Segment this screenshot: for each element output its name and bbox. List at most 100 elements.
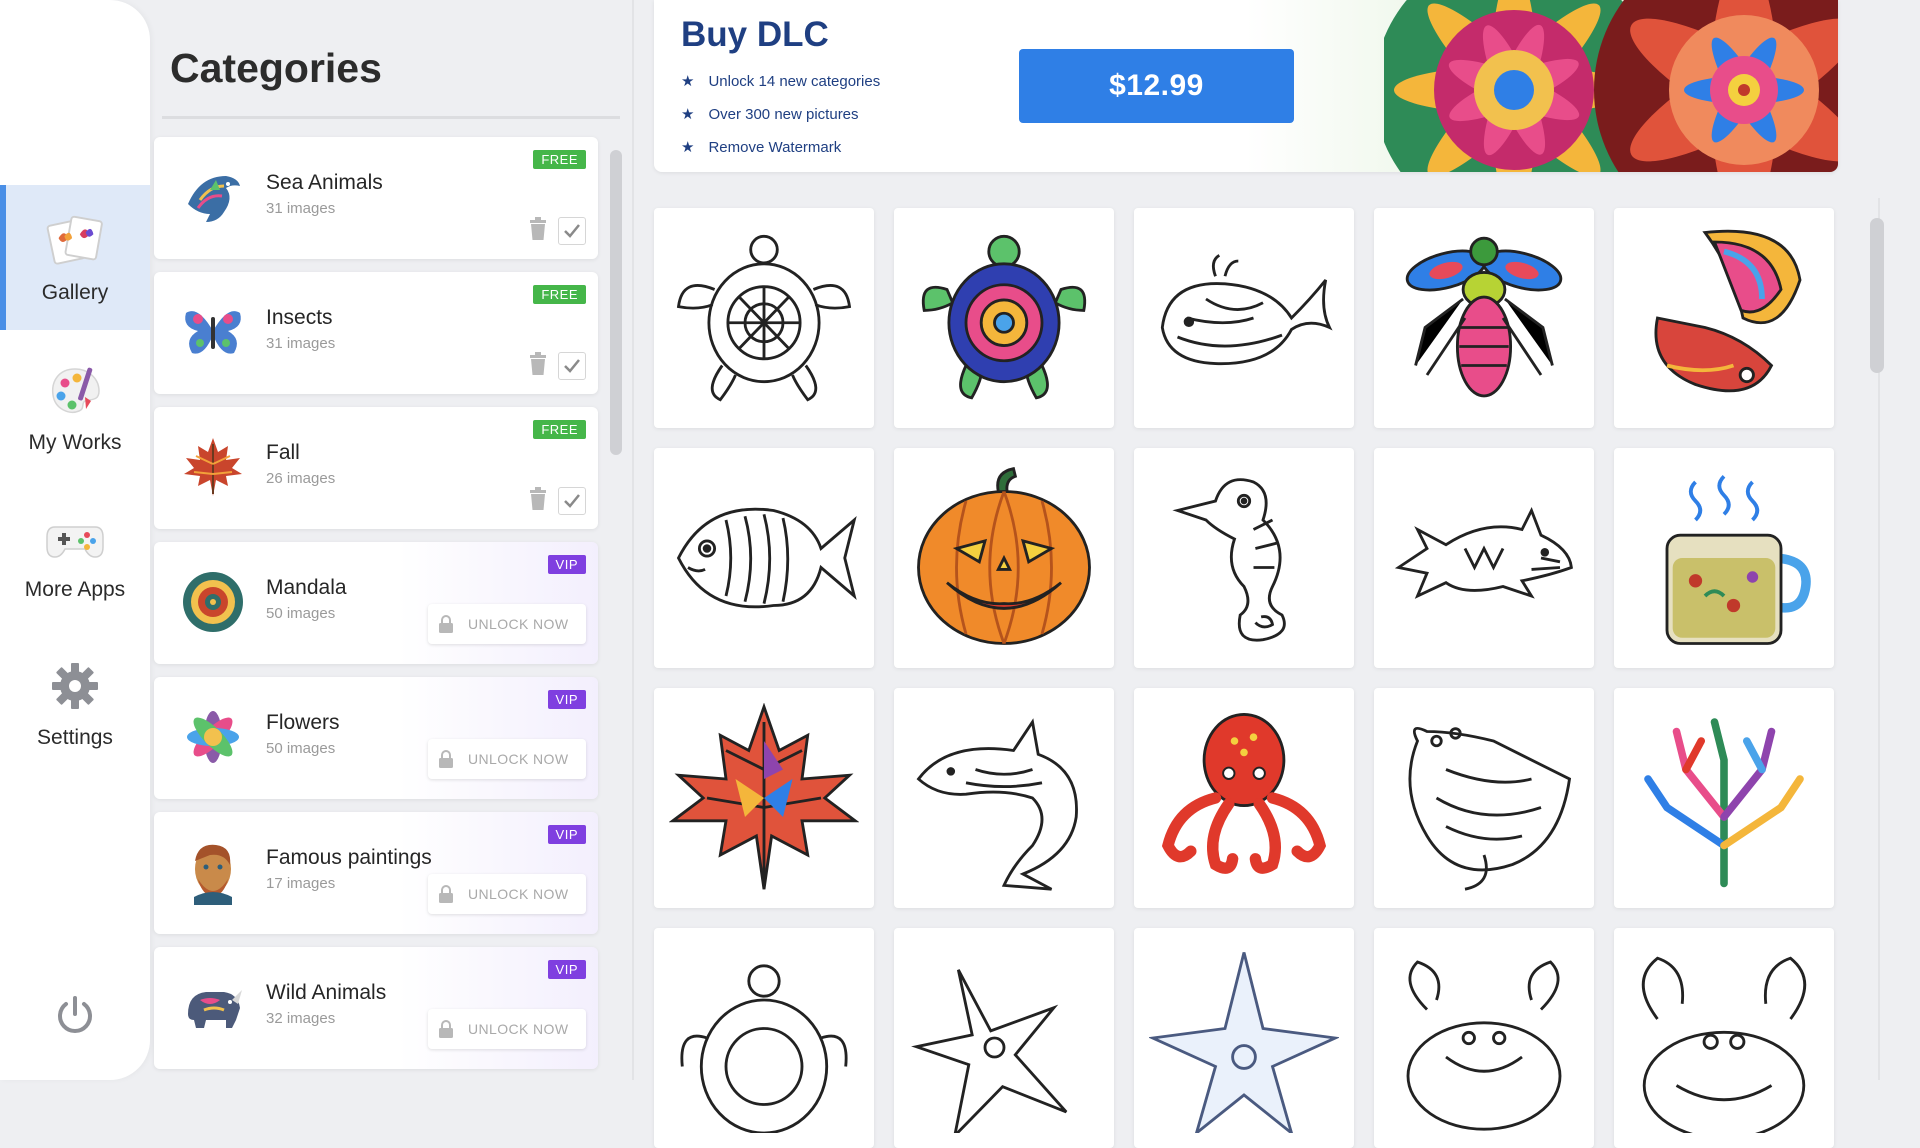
picture-tile[interactable] — [654, 208, 874, 428]
picture-tile[interactable] — [1614, 688, 1834, 908]
picture-tile[interactable] — [1134, 928, 1354, 1148]
buy-dlc-button[interactable]: $12.99 — [1019, 49, 1294, 123]
unlock-now-button[interactable]: UNLOCK NOW — [428, 1009, 586, 1049]
picture-tile[interactable] — [1374, 688, 1594, 908]
gear-icon — [45, 656, 105, 716]
nav-item-gallery[interactable]: Gallery — [0, 185, 150, 330]
picture-tile[interactable] — [894, 688, 1114, 908]
category-card-flowers[interactable]: Flowers 50 images VIP UNLOCK NOW — [154, 677, 598, 799]
unlock-now-label: UNLOCK NOW — [468, 751, 569, 767]
gallery-scrollbar[interactable] — [1870, 218, 1884, 373]
dlc-title: Buy DLC — [681, 15, 829, 54]
lock-icon — [439, 885, 453, 903]
picture-tile[interactable] — [1374, 928, 1594, 1148]
checkbox[interactable] — [558, 487, 586, 515]
octopus-colored-image — [1161, 712, 1327, 874]
crab-outline-image-2 — [1642, 956, 1806, 1133]
palette-icon — [45, 361, 105, 421]
unlock-now-button[interactable]: UNLOCK NOW — [428, 874, 586, 914]
category-card-wild-animals[interactable]: Wild Animals 32 images VIP UNLOCK NOW — [154, 947, 598, 1069]
checkbox[interactable] — [558, 217, 586, 245]
dlc-feature-text: Unlock 14 new categories — [708, 72, 881, 90]
star-icon: ★ — [681, 73, 695, 90]
picture-tile[interactable] — [654, 928, 874, 1148]
unlock-now-button[interactable]: UNLOCK NOW — [428, 739, 586, 779]
power-button[interactable] — [45, 985, 105, 1045]
unlock-now-label: UNLOCK NOW — [468, 616, 569, 632]
picture-tile[interactable] — [654, 688, 874, 908]
category-count: 17 images — [266, 875, 336, 892]
trash-icon[interactable] — [528, 217, 548, 241]
mandala-artwork — [1374, 0, 1838, 172]
check-icon — [564, 494, 580, 508]
category-card-sea-animals[interactable]: Sea Animals 31 images FREE — [154, 137, 598, 259]
star-icon: ★ — [681, 139, 695, 156]
categories-scrollbar[interactable] — [610, 150, 622, 455]
picture-tile[interactable] — [654, 448, 874, 668]
picture-tile[interactable] — [1614, 448, 1834, 668]
fish-outline-image — [676, 507, 857, 609]
maple-leaf-colored-image — [669, 703, 859, 890]
unlock-now-button[interactable]: UNLOCK NOW — [428, 604, 586, 644]
unlock-now-label: UNLOCK NOW — [468, 1021, 569, 1037]
dlc-feature-text: Over 300 new pictures — [708, 105, 859, 123]
dolphin-thumb — [180, 164, 246, 230]
lock-icon — [439, 1020, 453, 1038]
picture-tile[interactable] — [1134, 208, 1354, 428]
picture-tile[interactable] — [1134, 448, 1354, 668]
checkbox[interactable] — [558, 352, 586, 380]
nav-rail: Gallery My Works More Apps Settings — [0, 0, 150, 1080]
free-badge: FREE — [533, 150, 586, 169]
starfish-blue-outline-image — [1149, 952, 1339, 1133]
categories-panel: Categories Sea Animals 31 images FREE In… — [150, 0, 630, 1080]
picture-tile[interactable] — [1374, 448, 1594, 668]
turtle-outline-image — [676, 234, 852, 402]
vip-badge: VIP — [547, 555, 586, 574]
dlc-feature: ★ Remove Watermark — [681, 138, 842, 157]
category-name: Flowers — [266, 711, 340, 734]
categories-divider — [162, 116, 620, 119]
category-name: Mandala — [266, 576, 347, 599]
pumpkin-colored-image — [917, 467, 1091, 645]
category-card-famous-paintings[interactable]: Famous paintings 17 images VIP UNLOCK NO… — [154, 812, 598, 934]
category-card-insects[interactable]: Insects 31 images FREE — [154, 272, 598, 394]
butterfly-thumb — [180, 299, 246, 365]
category-count: 26 images — [266, 470, 336, 487]
picture-tile[interactable] — [1614, 208, 1834, 428]
tea-cup-colored-image — [1665, 474, 1811, 645]
category-name: Insects — [266, 306, 333, 329]
flower-thumb — [180, 704, 246, 770]
picture-tile[interactable] — [1134, 688, 1354, 908]
portrait-thumb — [180, 839, 246, 905]
gamepad-icon — [45, 508, 105, 568]
turtle-outline-image-2 — [680, 964, 848, 1133]
trash-icon[interactable] — [528, 352, 548, 376]
bee-colored-image — [1405, 236, 1563, 398]
manta-ray-outline-image — [1408, 726, 1572, 891]
dlc-feature-text: Remove Watermark — [708, 138, 842, 156]
category-count: 31 images — [266, 200, 336, 217]
nav-item-my-works[interactable]: My Works — [0, 335, 150, 480]
picture-tile[interactable] — [1614, 928, 1834, 1148]
nav-label-my-works: My Works — [28, 430, 122, 454]
picture-tile[interactable] — [1374, 208, 1594, 428]
category-card-mandala[interactable]: Mandala 50 images VIP UNLOCK NOW — [154, 542, 598, 664]
category-count: 50 images — [266, 605, 336, 622]
turtle-colored-image — [921, 234, 1087, 400]
gallery-main: Buy DLC ★ Unlock 14 new categories ★ Ove… — [634, 0, 1920, 1148]
lock-icon — [439, 750, 453, 768]
gallery-icon — [45, 211, 105, 271]
trash-icon[interactable] — [528, 487, 548, 511]
nav-label-gallery: Gallery — [41, 280, 109, 304]
picture-tile[interactable] — [894, 448, 1114, 668]
vip-badge: VIP — [547, 960, 586, 979]
category-name: Sea Animals — [266, 171, 383, 194]
picture-tile[interactable] — [894, 208, 1114, 428]
nav-item-settings[interactable]: Settings — [0, 630, 150, 775]
nav-item-more-apps[interactable]: More Apps — [0, 482, 150, 627]
category-count: 32 images — [266, 1010, 336, 1027]
picture-tile[interactable] — [894, 928, 1114, 1148]
free-badge: FREE — [533, 285, 586, 304]
rhino-thumb — [180, 974, 246, 1040]
category-card-fall[interactable]: Fall 26 images FREE — [154, 407, 598, 529]
